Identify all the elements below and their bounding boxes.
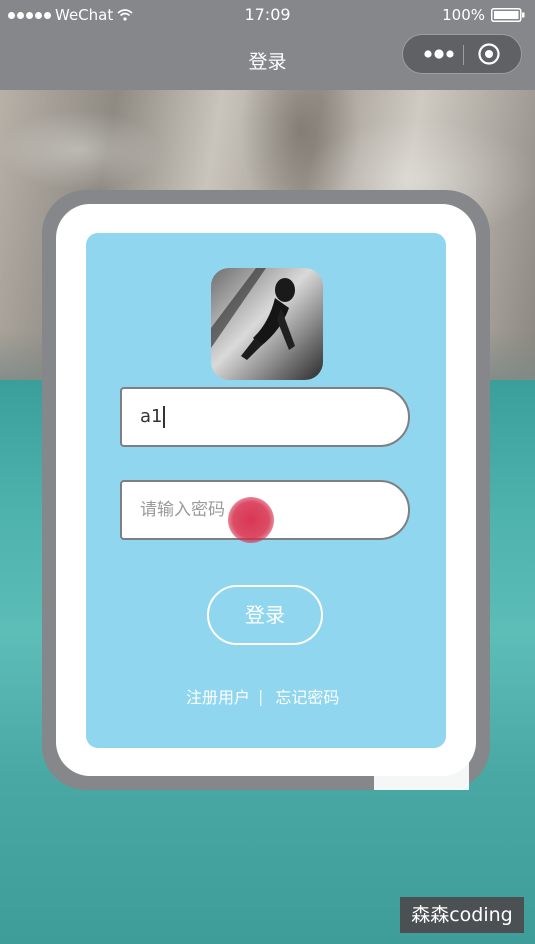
password-placeholder: 请输入密码 <box>140 500 225 520</box>
capsule-divider <box>463 45 464 65</box>
status-right: 100% <box>442 6 525 24</box>
forgot-password-link[interactable]: 忘记密码 <box>275 684 339 708</box>
more-dots-icon[interactable] <box>419 35 459 73</box>
touch-indicator <box>228 497 274 543</box>
watermark: 森森coding <box>400 897 524 933</box>
link-separator: | <box>258 686 264 706</box>
username-value-wrap: a1 <box>140 389 166 445</box>
mini-program-capsule <box>402 34 522 74</box>
text-cursor <box>163 406 166 428</box>
overlay-patch <box>374 762 469 790</box>
username-input[interactable]: a1 <box>120 387 410 447</box>
target-circle-icon[interactable] <box>477 42 501 66</box>
avatar <box>211 268 323 380</box>
register-link[interactable]: 注册用户 <box>186 684 250 708</box>
battery-percent: 100% <box>442 6 485 24</box>
login-button[interactable]: 登录 <box>207 585 323 645</box>
status-bar: WeChat 17:09 100% <box>0 0 535 32</box>
nav-bar: 登录 <box>0 32 535 90</box>
battery-icon <box>491 8 525 22</box>
username-value: a1 <box>140 406 163 427</box>
account-links: 注册用户 | 忘记密码 <box>186 684 339 708</box>
